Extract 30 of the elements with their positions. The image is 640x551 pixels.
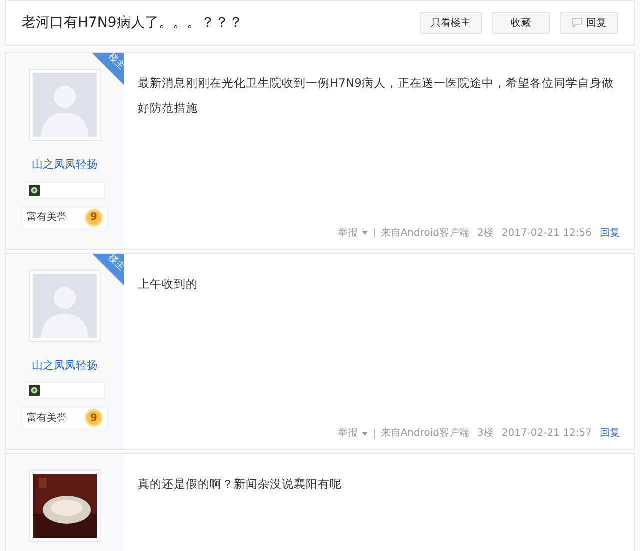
source-text: 来自Android客户端 — [380, 426, 470, 441]
thread-title: 老河口有H7N9病人了。。。？？？ — [22, 14, 243, 32]
owner-label: 楼主 — [106, 52, 126, 72]
gear-icon — [29, 385, 40, 396]
caret-icon — [362, 231, 368, 235]
caret-icon — [362, 432, 368, 436]
post-time: 2017-02-21 12:57 — [502, 427, 592, 441]
source-text: 来自Android客户端 — [380, 226, 470, 240]
honor-level: 9 — [85, 208, 103, 226]
reply-link[interactable]: 回复 — [600, 426, 620, 441]
floor-number: 2楼 — [478, 226, 494, 240]
owner-label: 楼主 — [106, 253, 126, 273]
post-content: 真的还是假的啊？新闻杂没说襄阳有呢 — [138, 476, 343, 493]
username-link[interactable]: 山之凤凤轻扬 — [32, 358, 98, 374]
post-content: 最新消息刚刚在光化卫生院收到一例H7N9病人，正在送一医院途中，希望各位同学自身做好防范措施 — [138, 75, 615, 117]
thread-button[interactable]: 只看楼主 — [420, 12, 482, 34]
post-time: 2017-02-21 12:56 — [502, 226, 592, 240]
reply-link[interactable]: 回复 — [600, 226, 620, 240]
honor-title: 富有美誉 — [27, 412, 67, 426]
post-content: 上午收到的 — [138, 276, 199, 292]
floor-number: 3楼 — [478, 426, 494, 441]
honor-title: 富有美誉 — [27, 210, 67, 225]
avatar[interactable] — [29, 270, 101, 342]
gear-icon — [29, 184, 40, 196]
avatar[interactable] — [29, 69, 101, 141]
comment-icon — [572, 18, 582, 28]
honor-level: 9 — [85, 409, 103, 427]
reply-button[interactable]: 回复 — [560, 12, 618, 34]
thread-button[interactable]: 收藏 — [492, 12, 550, 34]
username-link[interactable]: 山之凤凤轻扬 — [32, 157, 98, 174]
